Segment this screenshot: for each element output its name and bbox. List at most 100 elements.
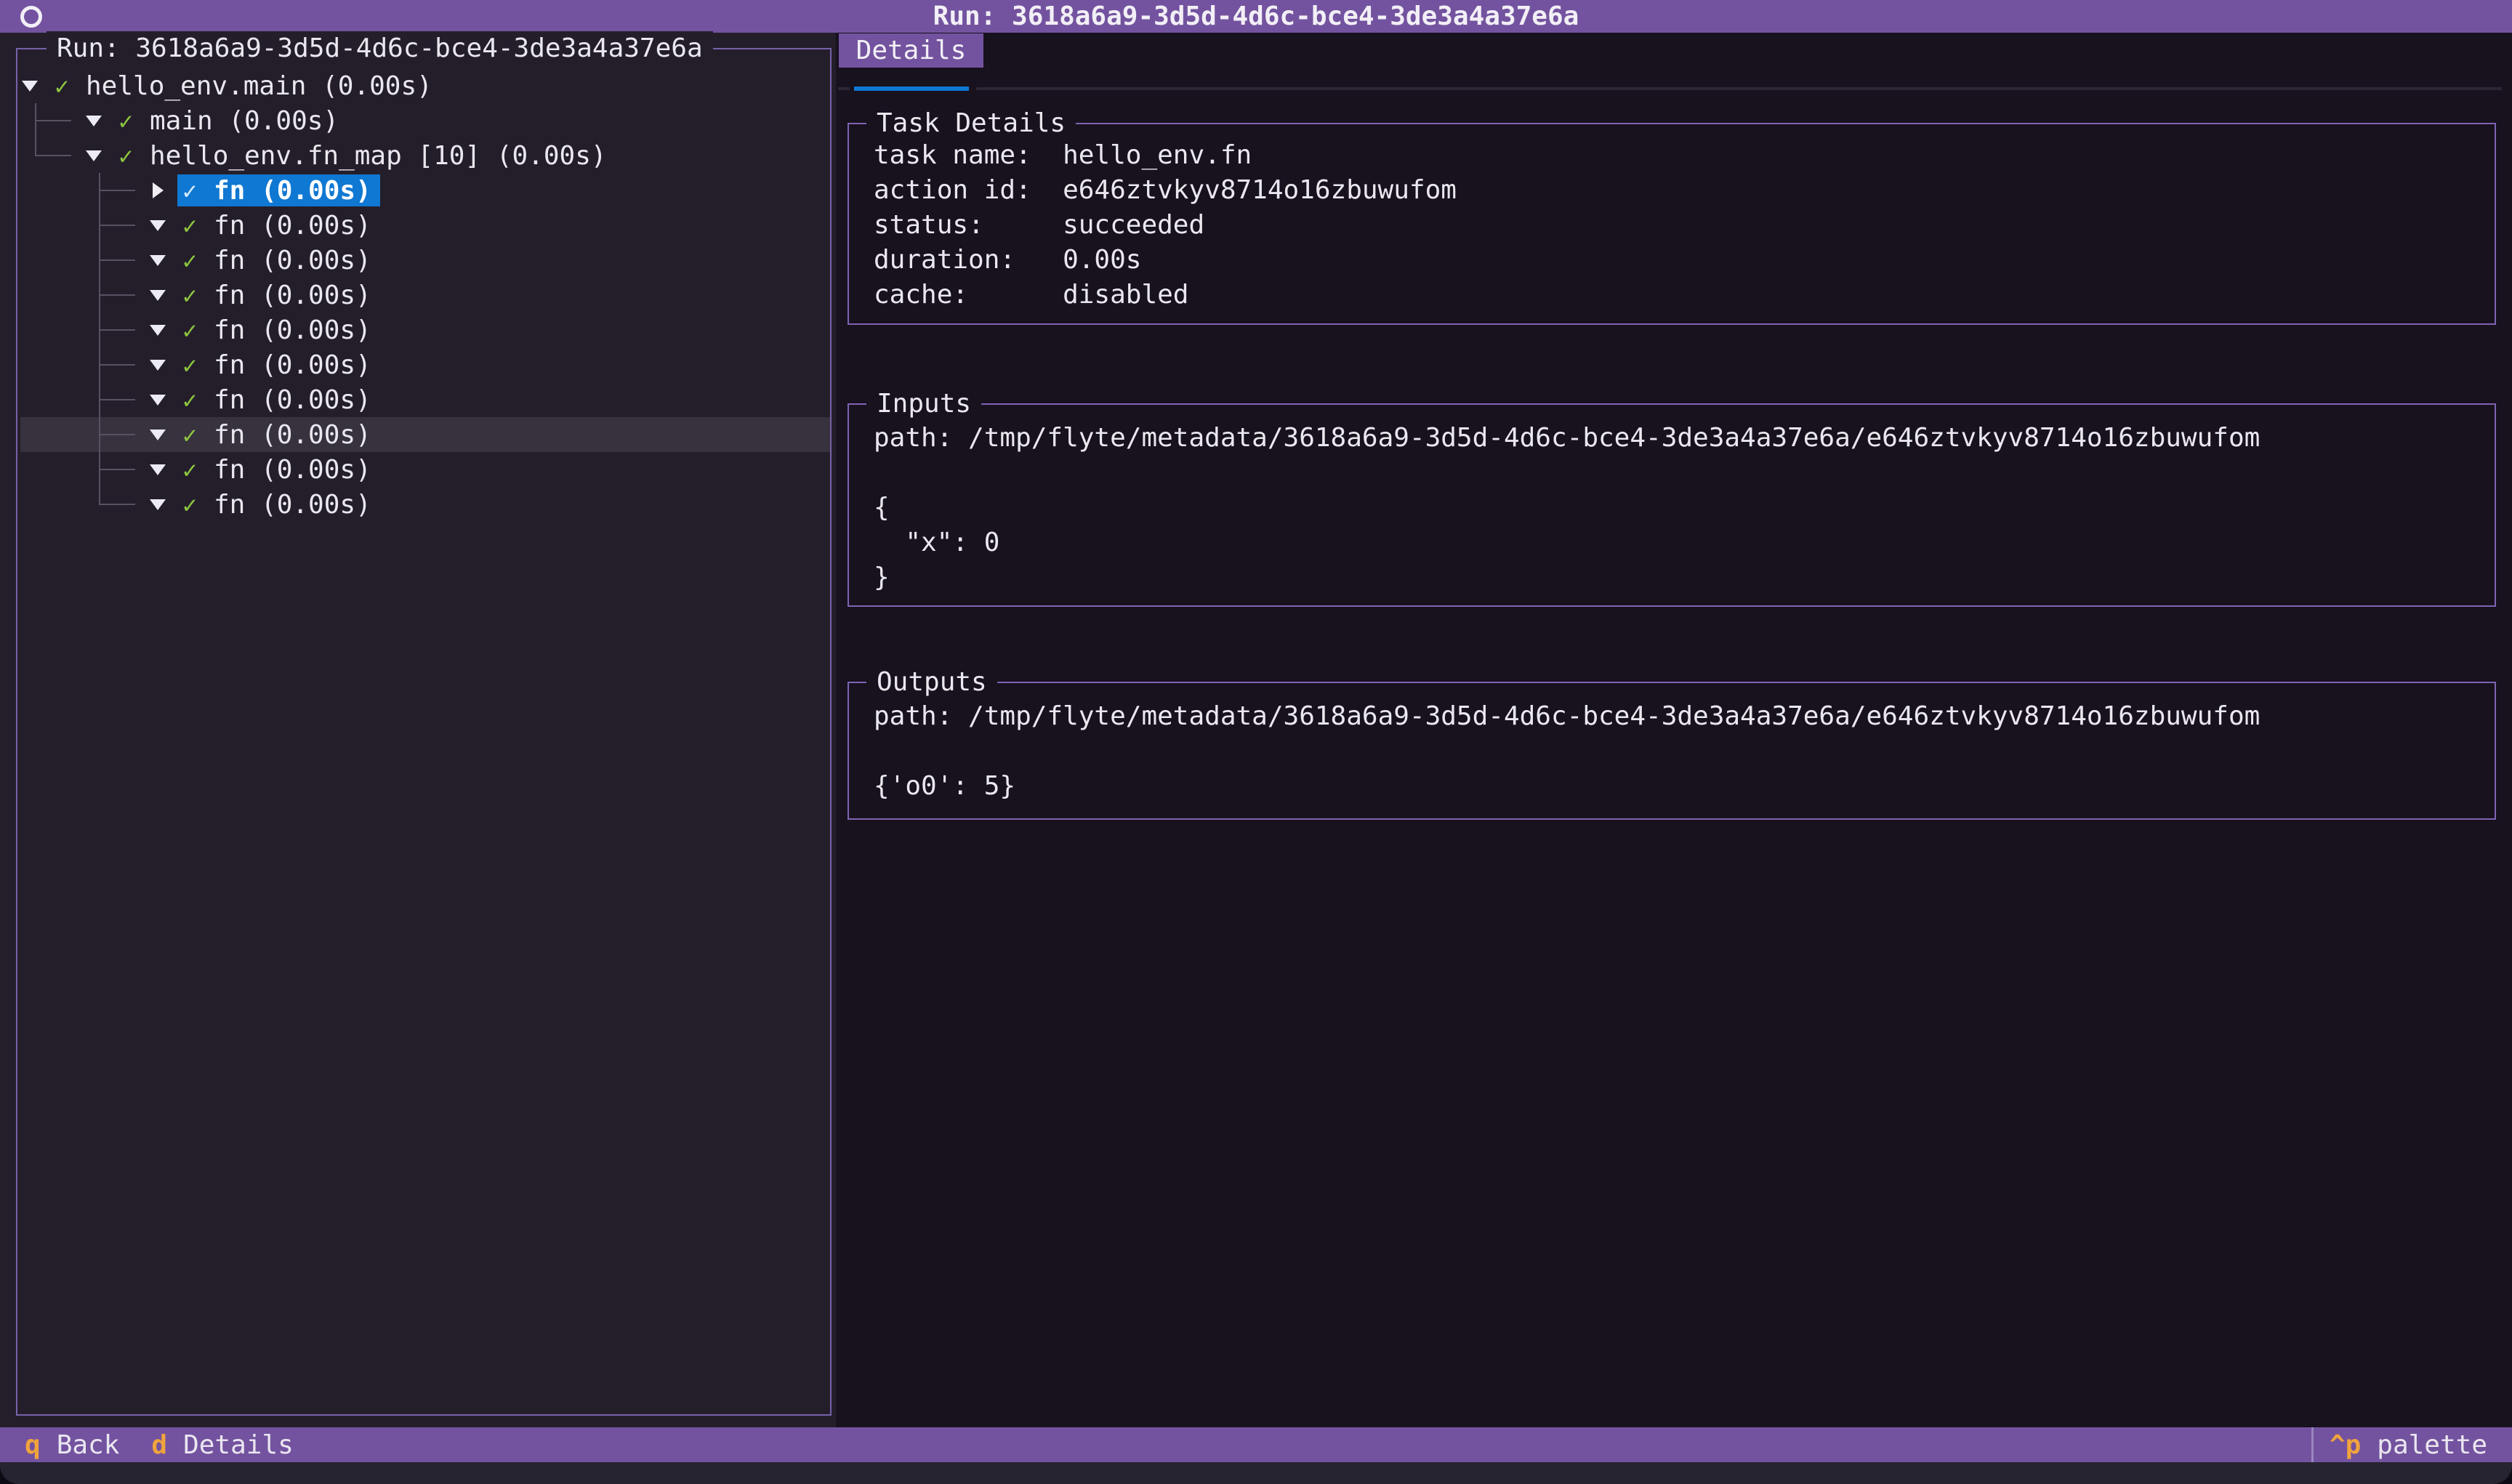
- tree-row[interactable]: ✓ fn (0.00s): [20, 312, 830, 347]
- task-detail-label: cache:: [874, 280, 1063, 315]
- success-check-icon: ✓: [182, 281, 198, 310]
- tab-details[interactable]: Details: [839, 33, 983, 68]
- tab-underline: [838, 86, 2502, 91]
- tree-connector-line: [99, 208, 135, 243]
- success-check-icon: ✓: [182, 456, 198, 484]
- chevron-down-icon[interactable]: [150, 487, 166, 522]
- task-detail-label: status:: [874, 210, 1063, 245]
- tree-row-label: fn (0.00s): [214, 455, 371, 485]
- task-detail-row: duration:0.00s: [874, 245, 2470, 280]
- task-detail-row: task name:hello_env.fn: [874, 140, 2470, 175]
- run-tree-panel: Run: 3618a6a9-3d5d-4d6c-bce4-3de3a4a37e6…: [16, 48, 832, 1416]
- task-detail-value: hello_env.fn: [1063, 140, 1252, 175]
- success-check-icon: ✓: [182, 421, 198, 449]
- tree-row-label: fn (0.00s): [214, 490, 371, 520]
- tree-row-content: ✓ fn (0.00s): [182, 453, 371, 485]
- task-detail-value: e646ztvkyv8714o16zbuwufom: [1063, 175, 1457, 210]
- tree-row-content: ✓ hello_env.fn_map [10] (0.00s): [118, 140, 607, 172]
- chevron-down-icon[interactable]: [150, 208, 166, 243]
- status-bar-left: q Back dDetails: [25, 1430, 326, 1460]
- keybinding-label: Back: [57, 1430, 120, 1460]
- success-check-icon: ✓: [182, 351, 198, 379]
- tree-row-content: ✓hello_env.main (0.00s): [54, 70, 432, 102]
- keybinding-details[interactable]: dDetails: [151, 1430, 293, 1460]
- tree-row[interactable]: ✓ fn (0.00s): [20, 487, 830, 522]
- outputs-section: Outputs path: /tmp/flyte/metadata/3618a6…: [848, 682, 2496, 820]
- tree-row[interactable]: ✓fn (0.00s): [20, 278, 830, 312]
- outputs-title: Outputs: [866, 665, 997, 700]
- inputs-title: Inputs: [866, 387, 981, 422]
- tree-row-content: ✓fn (0.00s): [177, 174, 380, 206]
- tree-row[interactable]: ✓hello_env.main (0.00s): [20, 68, 830, 103]
- success-check-icon: ✓: [182, 316, 198, 344]
- tree-row-label: fn (0.00s): [214, 176, 371, 206]
- chevron-down-icon[interactable]: [86, 138, 102, 173]
- tree-connector-line: [99, 278, 135, 312]
- success-check-icon: ✓: [118, 142, 134, 170]
- tree-row-content: ✓ fn (0.00s): [182, 244, 371, 276]
- tree-row[interactable]: ✓ fn (0.00s): [20, 382, 830, 417]
- task-details-section: Task Details task name:hello_env.fnactio…: [848, 123, 2496, 325]
- success-check-icon: ✓: [182, 246, 198, 275]
- tree-row-label: fn (0.00s): [214, 385, 371, 415]
- task-detail-row: status:succeeded: [874, 210, 2470, 245]
- tree-row[interactable]: ✓ hello_env.fn_map [10] (0.00s): [20, 138, 830, 173]
- task-detail-value: 0.00s: [1063, 245, 1141, 280]
- chevron-down-icon[interactable]: [150, 452, 166, 487]
- task-detail-label: action id:: [874, 175, 1063, 210]
- task-detail-row: cache:disabled: [874, 280, 2470, 315]
- app-window: Run: 3618a6a9-3d5d-4d6c-bce4-3de3a4a37e6…: [0, 0, 2512, 1484]
- tree-connector-line: [35, 103, 71, 138]
- inputs-content: path: /tmp/flyte/metadata/3618a6a9-3d5d-…: [874, 421, 2470, 595]
- chevron-down-icon[interactable]: [150, 312, 166, 347]
- success-check-icon: ✓: [182, 386, 198, 414]
- status-bar-right: ^ppalette: [2311, 1427, 2512, 1462]
- details-column: Details Task Details task name:hello_env…: [836, 33, 2512, 1427]
- tree-connector-line: [99, 417, 135, 452]
- tree-row[interactable]: ✓ fn (0.00s): [20, 417, 830, 452]
- chevron-down-icon[interactable]: [22, 68, 38, 103]
- chevron-down-icon[interactable]: [150, 417, 166, 452]
- tree-row[interactable]: ✓ fn (0.00s): [20, 208, 830, 243]
- tree-row[interactable]: ✓fn (0.00s): [20, 173, 830, 208]
- task-detail-label: task name:: [874, 140, 1063, 175]
- tree-row[interactable]: ✓ fn (0.00s): [20, 452, 830, 487]
- tree-row-content: ✓ fn (0.00s): [182, 488, 371, 520]
- task-details-fields: task name:hello_env.fnaction id:e646ztvk…: [874, 140, 2470, 315]
- tree-row[interactable]: ✓ fn (0.00s): [20, 243, 830, 278]
- tree-row[interactable]: ✓ main (0.00s): [20, 103, 830, 138]
- main-area: Run: 3618a6a9-3d5d-4d6c-bce4-3de3a4a37e6…: [0, 33, 2512, 1427]
- chevron-right-icon[interactable]: [150, 173, 166, 208]
- tree-row-label: fn (0.00s): [214, 350, 371, 380]
- status-bar-right-items: ^ppalette: [2330, 1430, 2487, 1460]
- keybinding-key: q: [25, 1430, 41, 1460]
- keybinding-back[interactable]: q Back: [25, 1430, 119, 1460]
- tree-row-label: hello_env.fn_map [10] (0.00s): [150, 141, 607, 171]
- keybinding-palette[interactable]: ^ppalette: [2330, 1430, 2487, 1460]
- task-detail-label: duration:: [874, 245, 1063, 280]
- tree-row-label: fn (0.00s): [214, 246, 371, 275]
- tree-row-content: ✓ fn (0.00s): [182, 209, 371, 241]
- chevron-down-icon[interactable]: [150, 382, 166, 417]
- run-tree-panel-title: Run: 3618a6a9-3d5d-4d6c-bce4-3de3a4a37e6…: [47, 31, 713, 66]
- title-bar: Run: 3618a6a9-3d5d-4d6c-bce4-3de3a4a37e6…: [0, 0, 2512, 33]
- tree-row-label: fn (0.00s): [214, 420, 371, 450]
- active-tab-indicator: [854, 86, 969, 91]
- tree-connector-line: [99, 347, 135, 382]
- tree-row-content: ✓fn (0.00s): [182, 279, 371, 311]
- success-check-icon: ✓: [182, 491, 198, 519]
- tree-row[interactable]: ✓ fn (0.00s): [20, 347, 830, 382]
- keybinding-label: Details: [183, 1430, 294, 1460]
- chevron-down-icon[interactable]: [150, 347, 166, 382]
- tree-row-label: fn (0.00s): [214, 315, 371, 345]
- keybinding-key: ^p: [2330, 1430, 2361, 1460]
- tree-row-label: fn (0.00s): [214, 211, 371, 241]
- tree-row-label: main (0.00s): [150, 106, 339, 136]
- chevron-down-icon[interactable]: [86, 103, 102, 138]
- spinner-ring-icon: [20, 6, 42, 28]
- tree-connector-line: [99, 312, 135, 347]
- chevron-down-icon[interactable]: [150, 278, 166, 312]
- success-check-icon: ✓: [118, 107, 134, 135]
- chevron-down-icon[interactable]: [150, 243, 166, 278]
- success-check-icon: ✓: [182, 211, 198, 240]
